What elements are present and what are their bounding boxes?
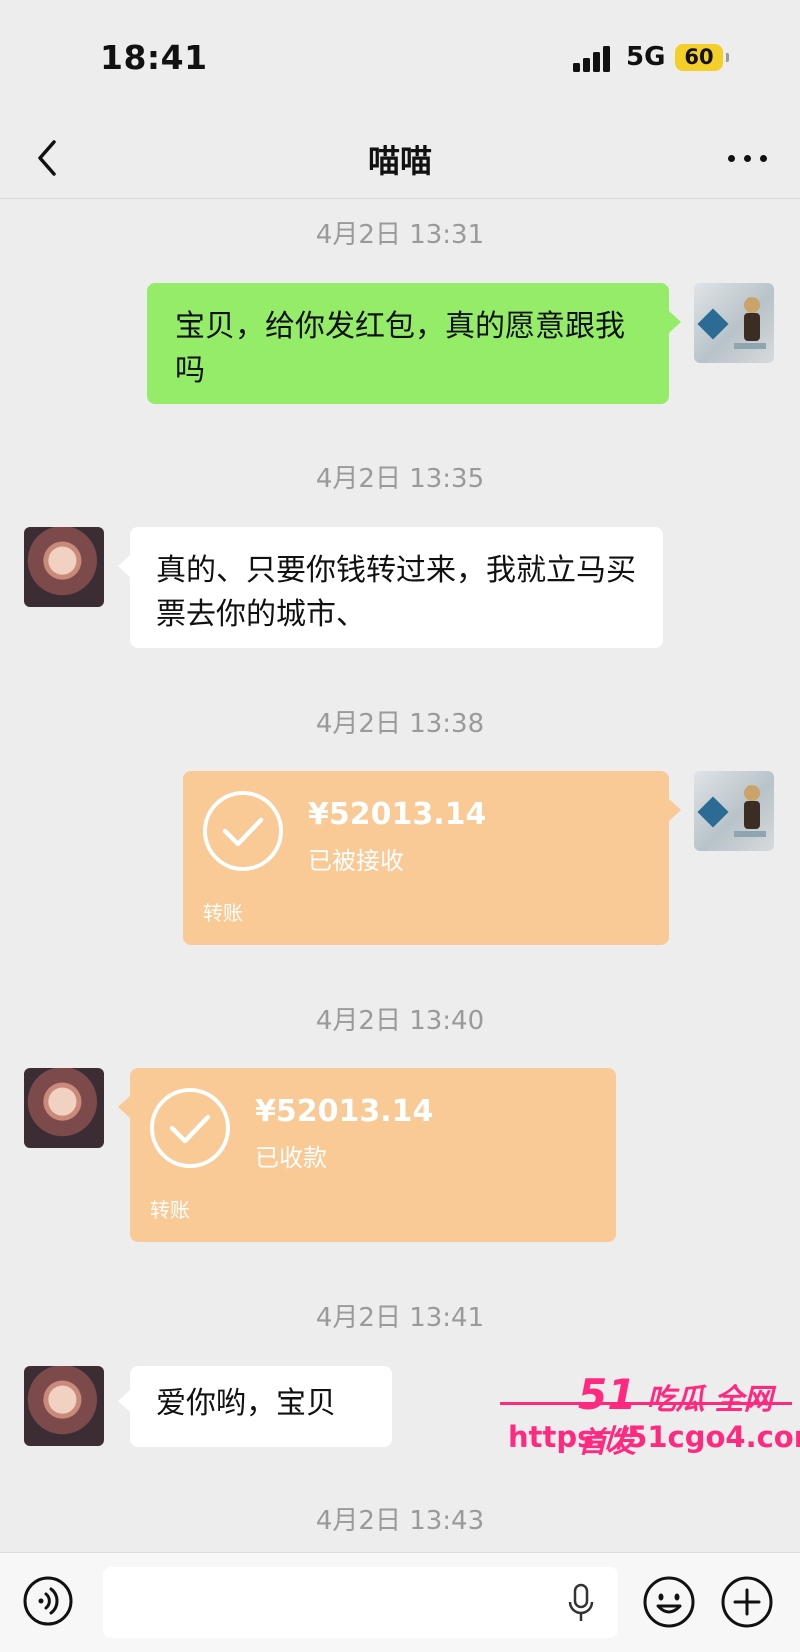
avatar-self[interactable] bbox=[694, 771, 774, 851]
timestamp: 4月2日 13:40 bbox=[315, 1006, 485, 1036]
transfer-card-sent[interactable]: ¥52013.14 已被接收 转账 bbox=[183, 771, 681, 945]
bubble-tail bbox=[118, 1096, 130, 1118]
check-circle-icon bbox=[150, 1088, 230, 1168]
timestamp: 4月2日 13:38 bbox=[315, 709, 485, 739]
watermark-line bbox=[500, 1402, 792, 1405]
avatar-contact[interactable] bbox=[24, 1366, 104, 1446]
avatar-self[interactable] bbox=[694, 283, 774, 363]
more-button[interactable] bbox=[726, 146, 770, 170]
bubble-tail bbox=[669, 311, 681, 333]
microphone-icon[interactable] bbox=[566, 1583, 596, 1625]
plus-icon bbox=[721, 1576, 773, 1628]
transfer-amount: ¥52013.14 bbox=[255, 1094, 434, 1129]
avatar-art bbox=[697, 785, 766, 837]
message-input[interactable] bbox=[103, 1567, 618, 1638]
avatar-art bbox=[697, 297, 766, 349]
message-bubble-received[interactable]: 真的、只要你钱转过来，我就立马买票去你的城市、 bbox=[118, 527, 663, 648]
transfer-type-label: 转账 bbox=[203, 901, 243, 925]
signal-icon bbox=[573, 46, 613, 72]
bubble-tail bbox=[118, 1390, 130, 1412]
more-actions-button[interactable] bbox=[720, 1575, 774, 1629]
timestamp: 4月2日 13:31 bbox=[315, 220, 485, 250]
transfer-type-label: 转账 bbox=[150, 1198, 190, 1222]
avatar-contact[interactable] bbox=[24, 1068, 104, 1148]
message-bubble-received[interactable]: 爱你哟，宝贝 bbox=[118, 1366, 392, 1447]
timestamp: 4月2日 13:43 bbox=[315, 1506, 485, 1536]
message-text: 真的、只要你钱转过来，我就立马买票去你的城市、 bbox=[156, 553, 636, 632]
message-text: 宝贝，给你发红包，真的愿意跟我吗 bbox=[175, 309, 625, 388]
input-bar bbox=[0, 1552, 800, 1652]
chat-title: 喵喵 bbox=[367, 142, 432, 180]
transfer-status: 已被接收 bbox=[308, 847, 404, 875]
watermark-brand-number: 51 bbox=[578, 1370, 637, 1419]
voice-button[interactable] bbox=[22, 1575, 74, 1627]
bubble-tail bbox=[669, 799, 681, 821]
watermark-url: https://51cgo4.com bbox=[508, 1420, 800, 1454]
check-circle-icon bbox=[203, 791, 283, 871]
chat-header: 喵喵 bbox=[0, 118, 800, 199]
message-text: 爱你哟，宝贝 bbox=[156, 1386, 336, 1421]
battery-tip bbox=[726, 53, 729, 62]
transfer-card-received[interactable]: ¥52013.14 已收款 转账 bbox=[118, 1068, 616, 1242]
status-bar: 18:41 5G 60 bbox=[0, 0, 800, 118]
bubble-tail bbox=[118, 555, 130, 577]
transfer-status: 已收款 bbox=[255, 1144, 327, 1172]
emoji-icon bbox=[643, 1576, 695, 1628]
timestamp: 4月2日 13:35 bbox=[315, 464, 485, 494]
battery-indicator: 60 bbox=[675, 44, 723, 71]
emoji-button[interactable] bbox=[642, 1575, 696, 1629]
network-type: 5G bbox=[626, 42, 666, 72]
timestamp: 4月2日 13:41 bbox=[315, 1303, 485, 1333]
voice-icon bbox=[23, 1576, 73, 1626]
transfer-amount: ¥52013.14 bbox=[308, 797, 487, 832]
status-time: 18:41 bbox=[100, 38, 208, 77]
avatar-contact[interactable] bbox=[24, 527, 104, 607]
message-bubble-sent[interactable]: 宝贝，给你发红包，真的愿意跟我吗 bbox=[147, 283, 681, 404]
